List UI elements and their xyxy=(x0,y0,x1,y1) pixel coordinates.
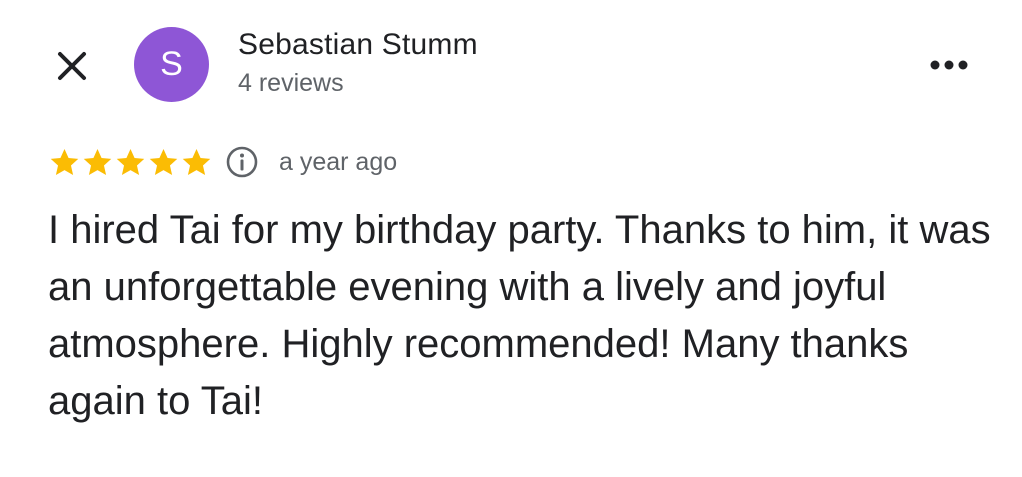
rating-row: a year ago xyxy=(48,140,397,184)
star-icon xyxy=(81,146,114,179)
avatar[interactable]: S xyxy=(134,27,209,102)
review-text: I hired Tai for my birthday party. Thank… xyxy=(48,208,991,423)
star-rating xyxy=(48,146,213,179)
info-icon xyxy=(226,146,258,178)
review-count[interactable]: 4 reviews xyxy=(238,69,344,98)
more-options-icon xyxy=(930,60,968,70)
avatar-letter: S xyxy=(160,45,183,83)
star-icon xyxy=(147,146,180,179)
star-icon xyxy=(114,146,147,179)
close-icon xyxy=(58,52,86,80)
info-button[interactable] xyxy=(225,145,259,179)
reviewer-name[interactable]: Sebastian Stumm xyxy=(238,28,478,62)
review-time: a year ago xyxy=(279,147,398,176)
more-options-button[interactable] xyxy=(925,50,973,80)
close-button[interactable] xyxy=(52,46,92,86)
star-icon xyxy=(180,146,213,179)
review-card: S Sebastian Stumm 4 reviews a year ago I… xyxy=(0,0,1022,477)
star-icon xyxy=(48,146,81,179)
